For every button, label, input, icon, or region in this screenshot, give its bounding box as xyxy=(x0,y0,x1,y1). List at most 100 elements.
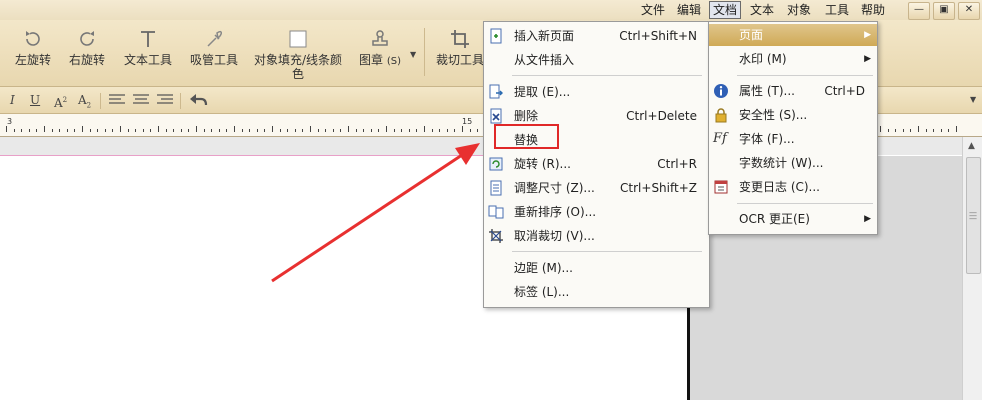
menu-item-uncrop[interactable]: 取消裁切 (V)... xyxy=(484,225,709,247)
align-left-icon[interactable] xyxy=(108,93,126,107)
undo-arrow-icon[interactable] xyxy=(188,91,208,109)
stamp-button[interactable]: 图章 (S) xyxy=(356,28,404,69)
underline-button[interactable]: U xyxy=(30,91,40,109)
italic-button[interactable]: I xyxy=(10,91,15,109)
crop-tool-button[interactable]: 裁切工具 xyxy=(432,28,488,67)
ruler-tick xyxy=(933,129,935,132)
menu-object[interactable]: 对象 xyxy=(784,2,814,18)
ruler-tick xyxy=(59,129,61,132)
ruler-tick xyxy=(21,129,23,132)
rotate-right-icon xyxy=(80,31,94,46)
toolbar-separator xyxy=(424,28,425,76)
menu-help[interactable]: 帮助 xyxy=(858,2,888,18)
crop-icon xyxy=(451,30,469,48)
ruler-tick xyxy=(226,129,228,132)
ruler-tick xyxy=(203,129,205,132)
ruler-tick xyxy=(393,129,395,132)
ruler-tick xyxy=(264,129,266,132)
align-center-icon[interactable] xyxy=(132,93,150,107)
eyedropper-button[interactable]: 吸管工具 xyxy=(184,28,244,67)
info-icon xyxy=(714,84,728,98)
ruler-tick xyxy=(188,129,190,132)
rotate-left-label: 左旋转 xyxy=(14,53,51,67)
changelog-icon xyxy=(714,180,728,194)
superscript-button[interactable]: A2 xyxy=(54,91,67,110)
ruler-tick xyxy=(51,129,53,132)
menu-item-resize[interactable]: 调整尺寸 (Z)... Ctrl+Shift+Z xyxy=(484,177,709,199)
submenu-item-watermark[interactable]: 水印 (M) ▶ xyxy=(709,48,877,70)
menu-item-rotate[interactable]: 旋转 (R)... Ctrl+R xyxy=(484,153,709,175)
fill-stroke-label-line2: 色 xyxy=(291,67,304,81)
ruler-tick xyxy=(355,129,357,132)
subscript-button[interactable]: A2 xyxy=(78,91,91,109)
ruler-tick xyxy=(279,129,281,132)
stamp-dropdown-chevron-icon[interactable]: ▼ xyxy=(410,50,416,59)
submenu-item-security[interactable]: 安全性 (S)... xyxy=(709,104,877,126)
ruler-tick xyxy=(348,126,349,132)
ruler-tick xyxy=(325,129,327,132)
ruler-tick xyxy=(363,129,365,132)
ruler-tick xyxy=(925,129,927,132)
ruler-tick xyxy=(332,129,334,132)
rotate-right-label: 右旋转 xyxy=(68,53,105,67)
fill-stroke-color-button[interactable]: 对象填充/线条颜 色 xyxy=(250,28,346,81)
ruler-tick xyxy=(401,129,403,132)
submenu-item-page[interactable]: 页面 ▶ xyxy=(709,24,877,46)
menubar: 文件 编辑 文档 文本 对象 工具 帮助 — ▣ ✕ xyxy=(0,0,982,20)
stamp-icon xyxy=(372,30,388,46)
format-bar-chevron-icon[interactable]: ▼ xyxy=(970,95,976,104)
ruler-tick xyxy=(196,126,197,132)
uncrop-icon xyxy=(489,229,503,243)
ruler-tick xyxy=(370,129,372,132)
menu-text[interactable]: 文本 xyxy=(747,2,777,18)
ruler-tick xyxy=(241,129,243,132)
rotate-left-button[interactable]: 左旋转 xyxy=(10,28,56,67)
menu-item-reorder[interactable]: 重新排序 (O)... xyxy=(484,201,709,223)
submenu-item-changelog[interactable]: 变更日志 (C)... xyxy=(709,176,877,198)
menu-file[interactable]: 文件 xyxy=(638,2,668,18)
ruler-tick xyxy=(142,129,144,132)
annotation-highlight-box xyxy=(494,124,559,149)
format-separator-2 xyxy=(180,93,181,109)
submenu-arrow-icon: ▶ xyxy=(864,30,871,40)
ruler-tick xyxy=(439,129,441,132)
ruler-tick xyxy=(302,129,304,132)
submenu-item-ocr-correction[interactable]: OCR 更正(E) ▶ xyxy=(709,208,877,230)
ruler-tick xyxy=(895,129,897,132)
ruler-tick xyxy=(378,129,380,132)
ruler-tick xyxy=(317,129,319,132)
fill-color-swatch-icon xyxy=(289,30,307,48)
close-icon[interactable]: ✕ xyxy=(958,2,980,20)
ruler-tick xyxy=(234,126,235,132)
ruler-tick xyxy=(469,129,471,132)
maximize-icon[interactable]: ▣ xyxy=(933,2,955,20)
menu-item-extract[interactable]: 提取 (E)... xyxy=(484,81,709,103)
submenu-item-fonts[interactable]: Ff 字体 (F)... xyxy=(709,128,877,150)
ruler-tick xyxy=(180,129,182,132)
ruler-number-15: 15 xyxy=(462,117,473,126)
submenu-item-properties[interactable]: 属性 (T)... Ctrl+D xyxy=(709,80,877,102)
minimize-icon[interactable]: — xyxy=(908,2,930,20)
menu-tools[interactable]: 工具 xyxy=(822,2,852,18)
menu-item-insert-new-page[interactable]: 插入新页面 Ctrl+Shift+N xyxy=(484,25,709,47)
menu-separator xyxy=(512,75,702,76)
submenu-item-word-count[interactable]: 字数统计 (W)... xyxy=(709,152,877,174)
menu-document[interactable]: 文档 xyxy=(709,1,742,19)
text-tool-button[interactable]: 文本工具 xyxy=(118,28,178,67)
ruler-tick xyxy=(218,129,220,132)
scroll-up-arrow-icon[interactable]: ▲ xyxy=(968,141,975,151)
vertical-scrollbar[interactable]: ▲ — — — xyxy=(962,137,982,400)
menu-item-margins[interactable]: 边距 (M)... xyxy=(484,257,709,279)
menu-separator xyxy=(512,251,702,252)
ruler-tick xyxy=(940,129,942,132)
align-right-icon[interactable] xyxy=(156,93,174,107)
ruler-tick xyxy=(902,129,904,132)
resize-icon xyxy=(490,180,502,196)
menu-item-insert-from-file[interactable]: 从文件插入 xyxy=(484,49,709,71)
ruler-tick xyxy=(82,126,83,132)
menu-item-labels[interactable]: 标签 (L)... xyxy=(484,281,709,303)
ruler-tick xyxy=(477,129,479,132)
extract-icon xyxy=(489,84,503,99)
menu-edit[interactable]: 编辑 xyxy=(674,2,704,18)
rotate-right-button[interactable]: 右旋转 xyxy=(64,28,110,67)
